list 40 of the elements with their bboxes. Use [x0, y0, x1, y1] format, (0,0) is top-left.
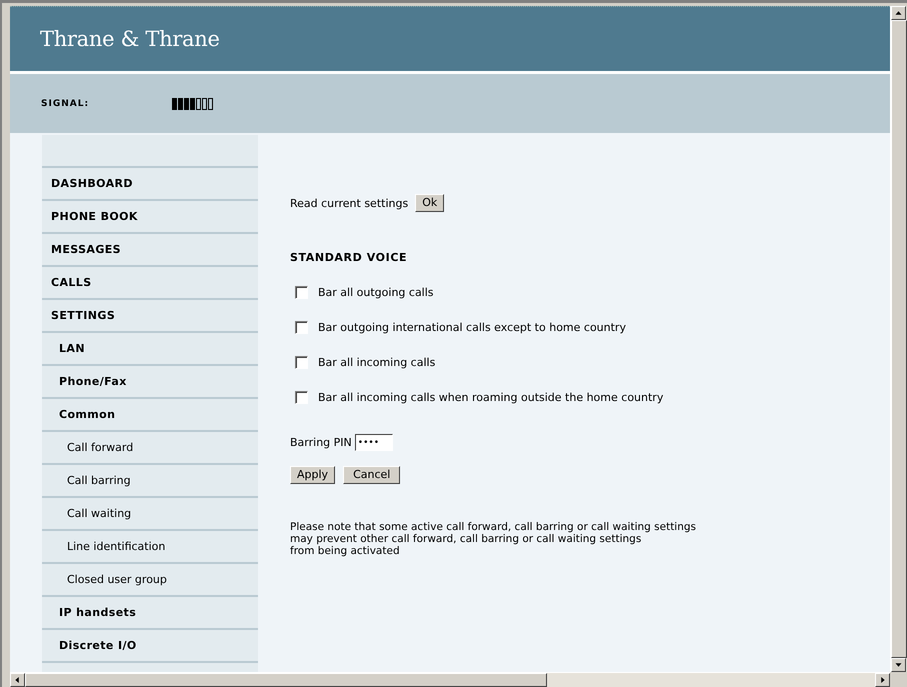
checkbox[interactable]	[295, 391, 308, 404]
checkbox-label: Bar all incoming calls	[318, 356, 436, 369]
barring-pin-label: Barring PIN	[290, 436, 352, 449]
scroll-thumb[interactable]	[25, 673, 547, 687]
sidebar-item[interactable]: Closed user group	[42, 564, 258, 597]
signal-meter	[172, 98, 213, 110]
sidebar-item[interactable]: LAN	[42, 333, 258, 366]
cancel-button[interactable]: Cancel	[343, 466, 400, 484]
scroll-down-icon[interactable]	[891, 658, 906, 672]
section-title: STANDARD VOICE	[290, 251, 408, 264]
sidebar-item[interactable]: SETTINGS	[42, 300, 258, 333]
signal-label: SIGNAL:	[41, 98, 90, 108]
sidebar-item[interactable]: DASHBOARD	[42, 168, 258, 201]
scroll-up-icon[interactable]	[891, 6, 906, 20]
sidebar-item[interactable]: Phone/Fax	[42, 366, 258, 399]
checkbox[interactable]	[295, 321, 308, 334]
checkbox-label: Bar outgoing international calls except to home country	[318, 321, 626, 334]
scroll-right-icon[interactable]	[875, 673, 890, 687]
checkbox-label: Bar all incoming calls when roaming outside the home country	[318, 391, 664, 404]
sidebar-item[interactable]: MESSAGES	[42, 234, 258, 267]
sidebar-item[interactable]: Call waiting	[42, 498, 258, 531]
read-settings-label: Read current settings	[290, 196, 408, 210]
sidebar-item[interactable]: Common	[42, 399, 258, 432]
scroll-left-icon[interactable]	[10, 673, 25, 687]
brand-logo: Thrane & Thrane	[40, 27, 220, 51]
sidebar-item[interactable]: IP handsets	[42, 597, 258, 630]
horizontal-scrollbar[interactable]	[10, 672, 890, 687]
checkbox[interactable]	[295, 286, 308, 299]
sidebar-item[interactable]: PHONE BOOK	[42, 201, 258, 234]
sidebar-item[interactable]: Call forward	[42, 432, 258, 465]
barring-pin-field[interactable]: ••••	[354, 434, 393, 451]
checkbox-label: Bar all outgoing calls	[318, 286, 434, 299]
apply-button[interactable]: Apply	[290, 466, 336, 484]
ok-button[interactable]: Ok	[415, 194, 444, 212]
sidebar-item[interactable]: Line identification	[42, 531, 258, 564]
sidebar-item[interactable]: CALLS	[42, 267, 258, 300]
note-text: Please note that some active call forward, call barring or call waiting settings may prevent other call forward, call barring or call waiting settings from being activated	[290, 521, 696, 557]
sidebar-item[interactable]: Discrete I/O	[42, 630, 258, 663]
checkbox[interactable]	[295, 356, 308, 369]
sidebar-item[interactable]: Call barring	[42, 465, 258, 498]
